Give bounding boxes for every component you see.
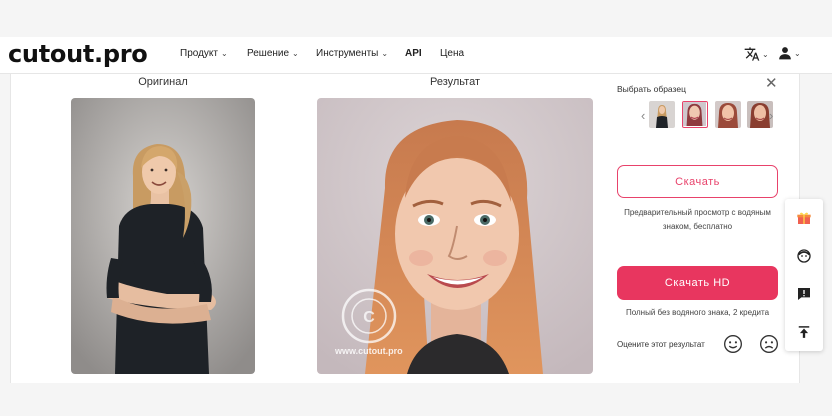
chevron-right-icon[interactable]: › [769, 108, 773, 123]
chevron-down-icon: ⌄ [794, 48, 801, 58]
nav-product-label: Продукт [180, 48, 218, 59]
sample-label: Выбрать образец [617, 84, 686, 94]
nav-pricing[interactable]: Цена [440, 48, 464, 59]
download-hd-button[interactable]: Скачать HD [617, 266, 778, 300]
download-button[interactable]: Скачать [617, 165, 778, 198]
nav-tools[interactable]: Инструменты ⌄ [316, 48, 388, 59]
floating-toolbar [785, 199, 823, 351]
back-to-top-icon [798, 326, 810, 338]
chevron-down-icon: ⌄ [292, 49, 299, 58]
smile-icon[interactable] [723, 334, 743, 358]
result-photo: C www.cutout.pro [317, 98, 593, 374]
sample-thumbnail[interactable] [715, 101, 741, 128]
nav-pricing-label: Цена [440, 48, 465, 59]
sample-thumbnail[interactable] [649, 101, 675, 128]
user-menu[interactable]: ⌄ [778, 46, 801, 60]
translate-icon [744, 47, 760, 61]
nav-solution[interactable]: Решение ⌄ [247, 48, 299, 59]
download-hd-note: Полный без водяного знака, 2 кредита [625, 308, 770, 317]
nav-tools-label: Инструменты [316, 48, 379, 59]
gift-button[interactable] [785, 199, 823, 237]
original-title: Оригинал [138, 76, 188, 88]
editor-panel: Оригинал Результат C www.cutout.pro Выбр… [10, 74, 800, 383]
frown-icon[interactable] [759, 334, 779, 358]
nav-product[interactable]: Продукт ⌄ [180, 48, 228, 59]
feedback-icon [798, 288, 810, 300]
chevron-down-icon: ⌄ [381, 49, 389, 58]
gift-icon [797, 212, 811, 224]
nav-api-label: API [405, 48, 422, 59]
bottom-strip [0, 383, 832, 416]
close-icon[interactable]: ✕ [765, 74, 778, 92]
user-icon [779, 47, 791, 60]
sample-thumbnail-selected[interactable] [682, 101, 708, 128]
watermark-text: www.cutout.pro [334, 346, 403, 356]
navbar: cutout.pro Продукт ⌄ Решение ⌄ Инструмен… [0, 37, 832, 74]
chevron-down-icon: ⌄ [221, 49, 228, 58]
result-title: Результат [429, 76, 481, 88]
language-switcher[interactable]: ⌄ [744, 46, 769, 62]
support-button[interactable] [785, 237, 823, 275]
svg-text:C: C [363, 309, 375, 326]
chevron-down-icon: ⌄ [762, 49, 769, 59]
back-to-top-button[interactable] [785, 313, 823, 351]
top-strip [0, 0, 832, 37]
chevron-left-icon[interactable]: ‹ [641, 108, 645, 123]
feedback-button[interactable] [785, 275, 823, 313]
rate-label: Оцените этот результат [617, 340, 705, 349]
nav-api[interactable]: API [405, 48, 422, 59]
original-photo [71, 98, 255, 374]
nav-solution-label: Решение [247, 48, 290, 59]
support-icon [797, 249, 811, 263]
side-panel: Выбрать образец ✕ ‹ › Скачать Предварите… [615, 74, 795, 383]
logo[interactable]: cutout.pro [8, 40, 148, 68]
download-note: Предварительный просмотр с водяным знако… [624, 208, 771, 231]
